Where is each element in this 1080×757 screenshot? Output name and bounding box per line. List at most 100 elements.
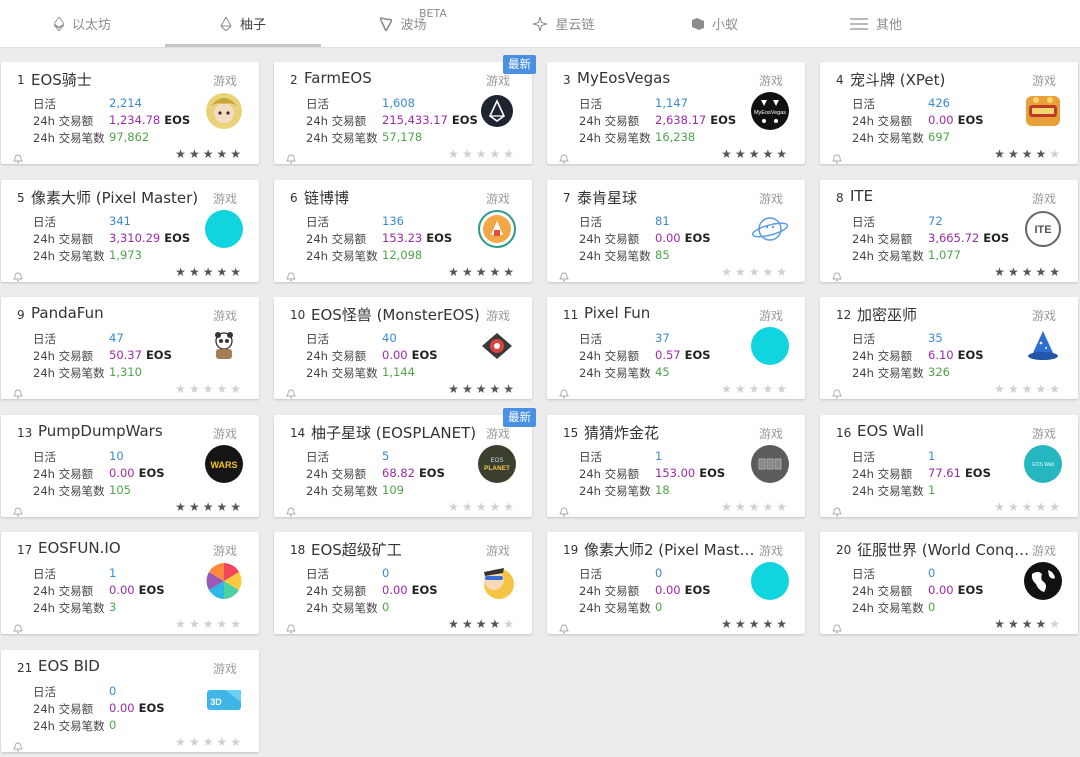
rating-star: ★: [202, 735, 214, 749]
rating-star: ★: [202, 617, 214, 631]
dau-label: 日活: [33, 97, 56, 111]
tab-neo[interactable]: 小蚁: [642, 0, 788, 47]
dapp-card[interactable]: 7 泰肯星球 游戏 日活 24h 交易额 24h 交易笔数 81 0.00 EOS…: [547, 180, 805, 282]
dapp-card[interactable]: 3 MyEosVegas 游戏 日活 24h 交易额 24h 交易笔数 1,14…: [547, 62, 805, 164]
bell-icon[interactable]: [832, 384, 842, 399]
svg-text:3D: 3D: [210, 697, 222, 707]
dapp-category: 游戏: [212, 662, 237, 676]
rating-star: ★: [489, 382, 501, 396]
bell-icon[interactable]: [832, 267, 842, 282]
rating-star: ★: [1007, 500, 1019, 514]
tab-eos[interactable]: 柚子: [165, 0, 321, 47]
dapp-card[interactable]: 4 宠斗牌 (XPet) 游戏 日活 24h 交易额 24h 交易笔数 426 …: [820, 62, 1078, 164]
bell-icon[interactable]: [286, 149, 296, 164]
rating-stars: ★ ★ ★ ★ ★: [448, 618, 514, 630]
bell-icon[interactable]: [286, 502, 296, 517]
tab-label: 其他: [875, 18, 902, 33]
volume-label: 24h 交易额: [852, 467, 913, 481]
bell-icon[interactable]: [832, 619, 842, 634]
bell-icon[interactable]: [13, 267, 23, 282]
dapp-category: 游戏: [212, 309, 237, 323]
rating-star: ★: [175, 500, 186, 514]
bell-icon[interactable]: [13, 384, 23, 399]
dapp-card[interactable]: 20 征服世界 (World Conquest) 游戏 日活 24h 交易额 2…: [820, 532, 1078, 634]
bell-icon[interactable]: [559, 384, 569, 399]
rating-star: ★: [188, 382, 200, 396]
dapp-category: 游戏: [758, 544, 783, 558]
rating-star: ★: [489, 147, 501, 161]
tx-label: 24h 交易笔数: [33, 249, 105, 263]
dapp-card[interactable]: 13 PumpDumpWars 游戏 日活 24h 交易额 24h 交易笔数 1…: [1, 415, 259, 517]
rating-stars: ★ ★ ★ ★ ★: [175, 501, 241, 513]
dapp-card[interactable]: 14 柚子星球 (EOSPLANET) 游戏 最新 日活 24h 交易额 24h…: [274, 408, 536, 517]
dapp-card[interactable]: 1 EOS骑士 游戏 日活 24h 交易额 24h 交易笔数 2,214 1,2…: [1, 62, 259, 164]
dapp-category: 游戏: [1031, 544, 1056, 558]
bell-icon[interactable]: [13, 619, 23, 634]
rating-stars: ★ ★ ★ ★ ★: [994, 148, 1060, 160]
volume-amount: 0.00: [382, 348, 408, 362]
tx-value: 12,098: [382, 248, 423, 262]
chain-nav: 以太坊 柚子 波场 BETA 星云链 小蚁 其他: [0, 0, 1080, 48]
tx-label: 24h 交易笔数: [33, 601, 105, 615]
bell-icon[interactable]: [13, 502, 23, 517]
bell-icon[interactable]: [559, 502, 569, 517]
volume-label: 24h 交易额: [306, 232, 367, 246]
dau-value: 1: [655, 449, 663, 463]
beta-label: BETA: [419, 7, 447, 20]
dapp-card[interactable]: 9 PandaFun 游戏 日活 24h 交易额 24h 交易笔数 47 50.…: [1, 297, 259, 399]
dapp-name: MyEosVegas: [577, 69, 671, 87]
volume-label: 24h 交易额: [579, 584, 640, 598]
dau-label: 日活: [852, 97, 875, 111]
dau-value: 426: [928, 96, 950, 110]
bell-icon[interactable]: [559, 619, 569, 634]
dapp-card[interactable]: 6 链博博 游戏 日活 24h 交易额 24h 交易笔数 136 153.23 E…: [274, 180, 532, 282]
dapp-card[interactable]: 5 像素大师 (Pixel Master) 游戏 日活 24h 交易额 24h …: [1, 180, 259, 282]
rating-star: ★: [776, 500, 787, 514]
rating-star: ★: [994, 617, 1005, 631]
dapp-card[interactable]: 10 EOS怪兽 (MonsterEOS) 游戏 日活 24h 交易额 24h …: [274, 297, 532, 399]
dau-value: 37: [655, 331, 670, 345]
bell-icon[interactable]: [832, 502, 842, 517]
rating-star: ★: [1035, 147, 1047, 161]
bell-icon[interactable]: [559, 267, 569, 282]
volume-value: 50.37 EOS: [109, 348, 172, 362]
dapp-name: EOS Wall: [857, 422, 924, 440]
tab-label: 以太坊: [71, 18, 111, 33]
bell-icon[interactable]: [832, 149, 842, 164]
bell-icon[interactable]: [286, 267, 296, 282]
dapp-category: 游戏: [758, 74, 783, 88]
dapp-card[interactable]: 17 EOSFUN.IO 游戏 日活 24h 交易额 24h 交易笔数 1 0.…: [1, 532, 259, 634]
dapp-card[interactable]: 8 ITE 游戏 日活 24h 交易额 24h 交易笔数 72 3,665.72…: [820, 180, 1078, 282]
dapp-card[interactable]: 16 EOS Wall 游戏 日活 24h 交易额 24h 交易笔数 1 77.…: [820, 415, 1078, 517]
rating-stars: ★ ★ ★ ★ ★: [994, 266, 1060, 278]
dapp-name: EOS怪兽 (MonsterEOS): [311, 306, 480, 324]
tab-tron[interactable]: 波场: [321, 0, 486, 47]
dapp-card[interactable]: 19 像素大师2 (Pixel Master 2) 游戏 日活 24h 交易额 …: [547, 532, 805, 634]
rating-star: ★: [489, 617, 501, 631]
bell-icon[interactable]: [286, 619, 296, 634]
tab-ethereum[interactable]: 以太坊: [0, 0, 165, 47]
bell-icon[interactable]: [559, 149, 569, 164]
volume-amount: 0.00: [655, 583, 681, 597]
rating-star: ★: [762, 382, 774, 396]
dapp-card[interactable]: 21 EOS BID 游戏 日活 24h 交易额 24h 交易笔数 0 0.00…: [1, 650, 259, 752]
dapp-rank: 20: [836, 543, 852, 557]
tab-nebulas[interactable]: 星云链: [486, 0, 642, 47]
tx-label: 24h 交易笔数: [33, 366, 105, 380]
dapp-card[interactable]: 15 猜猜炸金花 游戏 日活 24h 交易额 24h 交易笔数 1 153.00…: [547, 415, 805, 517]
bell-icon[interactable]: [286, 384, 296, 399]
ethereum-icon: [53, 16, 64, 31]
tx-label: 24h 交易笔数: [852, 601, 924, 615]
tab-other[interactable]: 其他: [788, 0, 964, 47]
dapp-card[interactable]: 12 加密巫师 游戏 日活 24h 交易额 24h 交易笔数 35 6.10 EO…: [820, 297, 1078, 399]
dapp-card[interactable]: 11 Pixel Fun 游戏 日活 24h 交易额 24h 交易笔数 37 0…: [547, 297, 805, 399]
volume-amount: 0.00: [655, 231, 681, 245]
rating-star: ★: [216, 265, 228, 279]
dapp-card[interactable]: 2 FarmEOS 游戏 最新 日活 24h 交易额 24h 交易笔数 1,60…: [274, 55, 536, 164]
dapp-card[interactable]: 18 EOS超级矿工 游戏 日活 24h 交易额 24h 交易笔数 0 0.00…: [274, 532, 532, 634]
dau-value: 81: [655, 214, 670, 228]
bell-icon[interactable]: [13, 149, 23, 164]
dapp-rank: 15: [563, 426, 579, 440]
dapp-name: ITE: [850, 187, 874, 205]
bell-icon[interactable]: [13, 737, 23, 752]
